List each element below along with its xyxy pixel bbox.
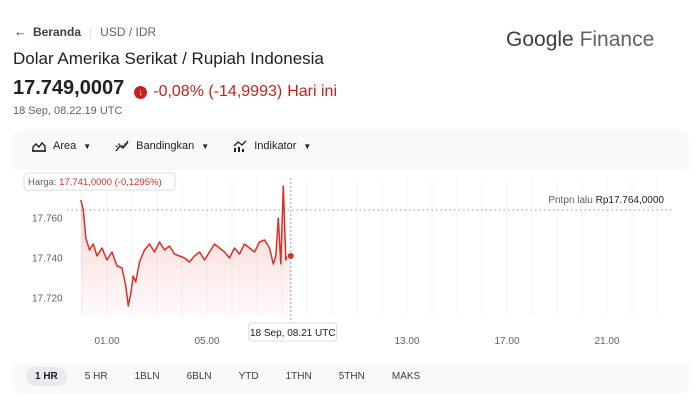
price-chart[interactable]: 17.760 17.740 17.720 01.00 05.00 13.00 17.00 21… [12, 170, 689, 364]
breadcrumb-home-link[interactable]: Beranda [33, 25, 81, 39]
back-arrow-icon[interactable]: ← [14, 24, 27, 39]
chart-type-label: Area [53, 140, 77, 152]
y-tick-label: 17.720 [32, 294, 63, 305]
range-option[interactable]: YTD [230, 367, 268, 386]
chevron-down-icon: ▼ [303, 141, 312, 151]
arrow-down-circle-icon: ↓ [134, 86, 148, 99]
breadcrumb-pair: USD / IDR [100, 24, 157, 39]
x-tick-label: 13.00 [394, 336, 419, 347]
indicator-chart-icon [233, 140, 247, 152]
hover-time-tooltip: 18 Sep, 08.21 UTC [248, 322, 338, 342]
chart-toolbar: Area ▼ Bandingkan ▼ Indikator ▼ [12, 130, 335, 162]
x-tick-label: 01.00 [94, 336, 119, 347]
range-option[interactable]: 5 HR [76, 367, 117, 386]
price-change-value: -0,08% (-14,9993) [153, 82, 283, 100]
chart-card: Area ▼ Bandingkan ▼ Indikator ▼ 17.760 17… [12, 130, 689, 394]
range-option[interactable]: MAKS [383, 367, 429, 386]
time-range-selector: 1 HR 5 HR 1BLN 6BLN YTD 1THN 5THN MAKS [26, 367, 438, 386]
breadcrumb: ← Beranda | USD / IDR [14, 24, 156, 39]
tooltip-time-text: 18 Sep, 08.21 UTC [250, 328, 336, 339]
tooltip-price-text: Harga: 17.741,0000 (-0,1295%) [28, 177, 162, 188]
range-option[interactable]: 5THN [330, 367, 374, 386]
x-tick-label: 05.00 [194, 336, 219, 347]
indicator-button[interactable]: Indikator ▼ [233, 140, 311, 152]
area-chart-icon [32, 141, 46, 152]
chevron-down-icon: ▼ [83, 141, 92, 151]
range-option[interactable]: 1THN [277, 367, 321, 386]
current-price: 17.749,0007 [13, 77, 125, 99]
quote-timestamp: 18 Sep, 08.22.19 UTC [13, 105, 123, 117]
indicator-label: Indikator [254, 140, 297, 152]
google-finance-logo[interactable]: Google Finance [506, 28, 654, 52]
logo-word-finance: Finance [579, 28, 655, 51]
hover-point [286, 252, 295, 260]
breadcrumb-separator: | [89, 24, 93, 39]
chevron-down-icon: ▼ [201, 141, 210, 151]
logo-word-google: Google [506, 28, 574, 51]
page-title: Dolar Amerika Serikat / Rupiah Indonesia [13, 49, 324, 68]
previous-close-caption: Pntpn lalu [548, 195, 595, 206]
y-tick-label: 17.740 [32, 254, 63, 265]
range-option[interactable]: 1BLN [126, 367, 169, 386]
compare-lines-icon [115, 140, 129, 152]
quote-row: 17.749,0007 ↓ -0,08% (-14,9993) Hari ini [13, 77, 337, 101]
compare-button[interactable]: Bandingkan ▼ [115, 140, 209, 152]
range-option[interactable]: 6BLN [178, 367, 221, 386]
compare-label: Bandingkan [136, 140, 195, 152]
tooltip-price-value: 17.741,0000 (-0,1295%) [59, 177, 161, 188]
price-change: ↓ -0,08% (-14,9993) Hari ini [134, 83, 337, 101]
previous-close-value: Rp17.764,0000 [596, 195, 665, 206]
x-tick-label: 17.00 [494, 336, 519, 347]
price-chart-svg[interactable]: 17.760 17.740 17.720 01.00 05.00 13.00 17.00 21… [12, 170, 689, 364]
x-tick-label: 21.00 [594, 336, 619, 347]
chart-type-button[interactable]: Area ▼ [32, 140, 91, 152]
range-option[interactable]: 1 HR [26, 367, 67, 386]
price-area-fill [80, 186, 291, 316]
price-change-period: Hari ini [287, 82, 337, 100]
previous-close-label: Pntpn lalu Rp17.764,0000 [548, 195, 664, 206]
tooltip-price-caption: Harga: [28, 177, 59, 188]
y-tick-label: 17.760 [32, 214, 63, 225]
hover-price-tooltip: Harga: 17.741,0000 (-0,1295%) [23, 172, 176, 191]
